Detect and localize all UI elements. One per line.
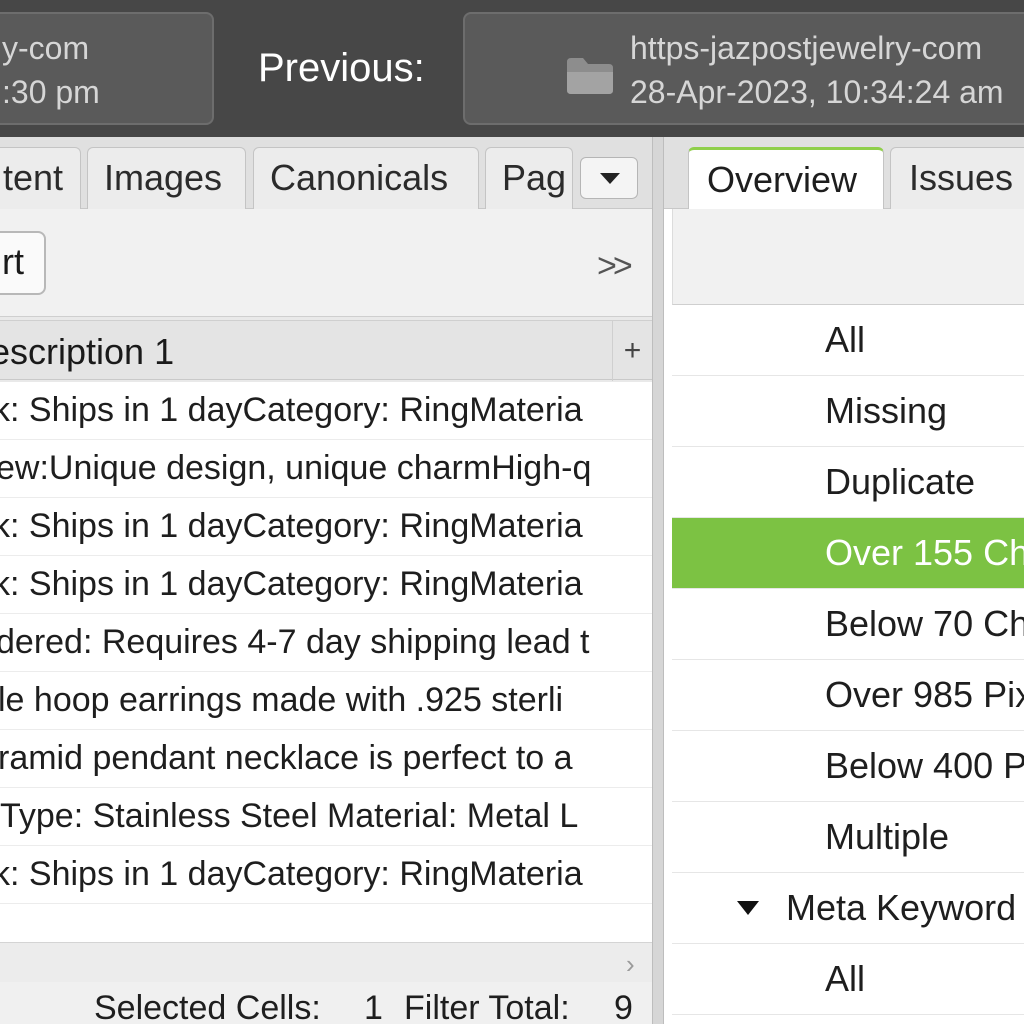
- tree-item-below-70-characters[interactable]: Below 70 Ch: [672, 589, 1024, 660]
- tab-label: tent: [3, 157, 64, 198]
- tree-item-label: Over 155 Ch: [825, 532, 1024, 573]
- table-row[interactable]: k: Ships in 1 dayCategory: RingMateria: [0, 846, 652, 904]
- tree-item-label: Multiple: [825, 816, 950, 857]
- tab-label: Images: [104, 157, 223, 198]
- previous-label: Previous:: [258, 46, 425, 90]
- table-row[interactable]: Type: Stainless Steel Material: Metal L: [0, 788, 652, 846]
- table-cell: k: Ships in 1 dayCategory: RingMateria: [0, 507, 583, 545]
- previous-crawl-selector[interactable]: https-jazpostjewelry-com 28-Apr-2023, 10…: [463, 12, 1024, 125]
- overview-toolbar: [672, 209, 1024, 305]
- table-cell: Type: Stainless Steel Material: Metal L: [0, 797, 579, 835]
- grid-header: escription 1 +: [0, 320, 652, 383]
- status-bar: Selected Cells: 1 Filter Total: 9: [0, 982, 652, 1024]
- table-cell: k: Ships in 1 dayCategory: RingMateria: [0, 855, 583, 893]
- table-row[interactable]: k: Ships in 1 dayCategory: RingMateria: [0, 382, 652, 440]
- tree-item-label: Duplicate: [825, 461, 976, 502]
- tree-item-duplicate[interactable]: Duplicate: [672, 447, 1024, 518]
- table-cell: k: Ships in 1 dayCategory: RingMateria: [0, 391, 583, 429]
- tree-item-over-985-pixels[interactable]: Over 985 Pix: [672, 660, 1024, 731]
- tree-item-all[interactable]: All: [672, 305, 1024, 376]
- tree-item-label: All: [825, 319, 866, 360]
- tab-overview[interactable]: Overview: [688, 147, 884, 209]
- table-row[interactable]: dered: Requires 4-7 day shipping lead t: [0, 614, 652, 672]
- tree-item-label: Over 985 Pix: [825, 674, 1024, 715]
- column-header-meta-description[interactable]: escription 1: [0, 321, 174, 383]
- results-grid: k: Ships in 1 dayCategory: RingMateria e…: [0, 382, 652, 942]
- selected-cells-value: 1: [364, 989, 383, 1024]
- tab-images[interactable]: Images: [87, 147, 246, 209]
- scroll-right-icon[interactable]: ›: [626, 949, 635, 980]
- table-row[interactable]: k: Ships in 1 dayCategory: RingMateria: [0, 556, 652, 614]
- tab-pagination[interactable]: Pag: [485, 147, 573, 209]
- tree-group-meta-keywords[interactable]: Meta Keyword: [672, 873, 1024, 944]
- table-row[interactable]: ew:Unique design, unique charmHigh-q: [0, 440, 652, 498]
- tree-item-below-400-pixels[interactable]: Below 400 P: [672, 731, 1024, 802]
- tree-group-label: Meta Keyword: [786, 887, 1017, 928]
- tab-label: Issues: [909, 157, 1014, 198]
- table-cell: ew:Unique design, unique charmHigh-q: [0, 449, 592, 487]
- tree-item-multiple[interactable]: Multiple: [672, 802, 1024, 873]
- folder-icon: [565, 54, 615, 107]
- tab-label: Pag: [502, 157, 567, 198]
- tab-content[interactable]: tent: [0, 147, 81, 209]
- filter-total-label: Filter Total:: [404, 989, 570, 1024]
- tree-item-missing[interactable]: Missing: [672, 376, 1024, 447]
- dropdown-arrow-icon: [600, 173, 620, 184]
- overview-panel: Overview Issues All Missing Duplicate Ov…: [664, 137, 1024, 1024]
- add-column-button[interactable]: +: [612, 321, 652, 381]
- table-row[interactable]: k: Ships in 1 dayCategory: RingMateria: [0, 498, 652, 556]
- horizontal-scrollbar[interactable]: ›: [0, 942, 652, 982]
- expand-toolbar-button[interactable]: >>: [597, 249, 633, 283]
- overview-tree: All Missing Duplicate Over 155 Ch Below …: [672, 305, 1024, 1024]
- tree-item-label: Below 70 Ch: [825, 603, 1024, 644]
- results-panel: tent Images Canonicals Pag rt >> escript…: [0, 137, 656, 1024]
- export-button-label: rt: [2, 241, 24, 282]
- export-button[interactable]: rt: [0, 231, 46, 295]
- tabs-overflow-button[interactable]: [580, 157, 638, 199]
- tab-issues[interactable]: Issues: [890, 147, 1024, 209]
- panel-splitter[interactable]: [652, 137, 664, 1024]
- tree-item-over-155-characters[interactable]: Over 155 Ch: [672, 518, 1024, 589]
- tree-item-label: All: [825, 958, 866, 999]
- results-tab-bar: tent Images Canonicals Pag: [0, 137, 656, 209]
- previous-crawl-date: 28-Apr-2023, 10:34:24 am: [630, 74, 1004, 110]
- results-toolbar: rt >>: [0, 209, 656, 317]
- selected-cells-label: Selected Cells:: [94, 989, 321, 1024]
- tab-canonicals[interactable]: Canonicals: [253, 147, 479, 209]
- crawl-compare-bar: y-com :30 pm Previous: https-jazpostjewe…: [0, 0, 1024, 137]
- table-cell: ramid pendant necklace is perfect to a: [0, 739, 573, 777]
- tree-item-all[interactable]: All: [672, 944, 1024, 1015]
- tab-label: Overview: [707, 159, 858, 200]
- filter-total-value: 9: [614, 989, 633, 1024]
- table-cell: le hoop earrings made with .925 sterli: [0, 681, 564, 719]
- tab-label: Canonicals: [270, 157, 449, 198]
- previous-crawl-name: https-jazpostjewelry-com: [630, 30, 983, 66]
- tree-item-label: Missing: [825, 390, 948, 431]
- expand-caret-icon[interactable]: [736, 900, 760, 921]
- overview-tab-bar: Overview Issues: [664, 137, 1024, 209]
- table-cell: dered: Requires 4-7 day shipping lead t: [0, 623, 590, 661]
- current-crawl-date: :30 pm: [2, 74, 100, 110]
- current-crawl-name: y-com: [2, 30, 90, 66]
- table-row[interactable]: le hoop earrings made with .925 sterli: [0, 672, 652, 730]
- table-row[interactable]: ramid pendant necklace is perfect to a: [0, 730, 652, 788]
- tree-item-label: Below 400 P: [825, 745, 1024, 786]
- current-crawl-selector[interactable]: y-com :30 pm: [0, 12, 214, 125]
- table-cell: k: Ships in 1 dayCategory: RingMateria: [0, 565, 583, 603]
